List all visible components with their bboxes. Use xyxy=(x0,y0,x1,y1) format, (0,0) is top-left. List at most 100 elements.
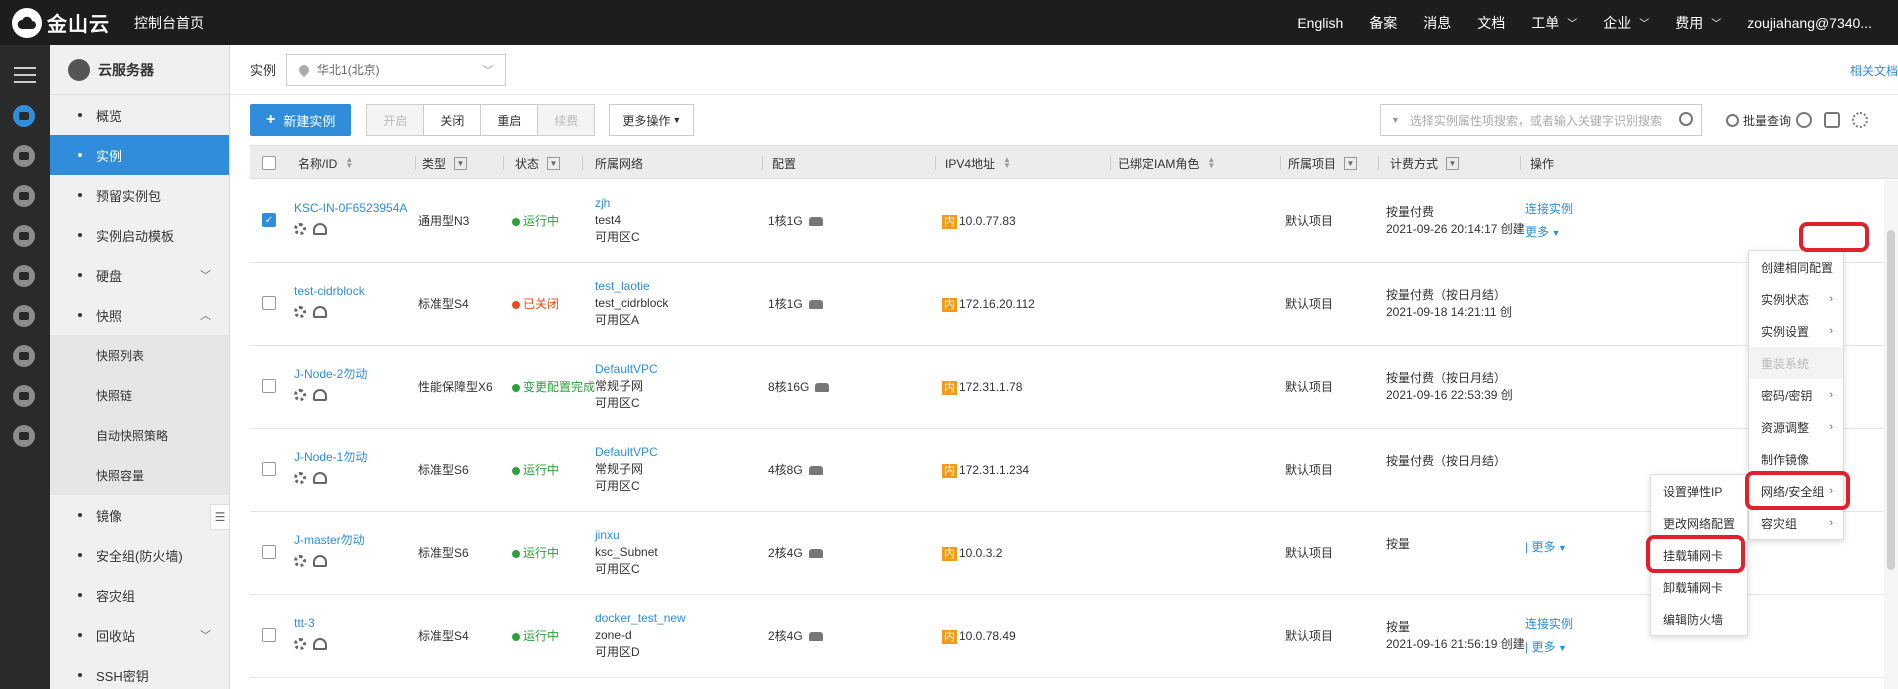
disk-icon[interactable] xyxy=(815,383,830,393)
submenu-item[interactable]: 编辑防火墙 xyxy=(1651,603,1747,635)
gear-icon[interactable] xyxy=(294,223,306,235)
menu-item[interactable]: 密码/密钥 › xyxy=(1749,379,1843,411)
table-row[interactable]: ✓ KSC-IN-0F6523954A 通用型N3 运行中 zjh test4 … xyxy=(250,180,1898,263)
col-iam[interactable]: 已绑定IAM角色 ▲ ▼ xyxy=(1118,146,1215,180)
monitor-gauge-icon[interactable] xyxy=(313,472,327,484)
row-checkbox[interactable] xyxy=(262,462,276,476)
instance-name-link[interactable]: KSC-IN-0F6523954A xyxy=(294,201,407,215)
submenu-item[interactable]: 卸载辅网卡 xyxy=(1651,571,1747,603)
topnav-item[interactable]: zoujiahang@7340... xyxy=(1747,15,1872,31)
monitor-gauge-icon[interactable] xyxy=(313,306,327,318)
menu-item[interactable]: 创建相同配置 xyxy=(1749,251,1843,283)
menu-item[interactable]: 资源调整 › xyxy=(1749,411,1843,443)
instance-name-link[interactable]: test-cidrblock xyxy=(294,284,365,298)
topnav-item[interactable]: 消息 xyxy=(1423,13,1451,33)
stop-button[interactable]: 关闭 xyxy=(423,104,482,136)
menu-item[interactable]: 实例设置 › xyxy=(1749,315,1843,347)
connect-instance-link[interactable]: 连接实例 xyxy=(1525,201,1573,218)
submenu-item[interactable]: 设置弹性IP xyxy=(1651,475,1747,507)
sidebar-item[interactable]: SSH密钥 xyxy=(50,655,229,689)
instance-name-link[interactable]: ttt-3 xyxy=(294,616,315,630)
container-icon[interactable] xyxy=(13,145,35,167)
sidebar-item[interactable]: 快照 ︿ xyxy=(50,295,229,335)
vpc-link[interactable]: zjh xyxy=(595,195,640,212)
mail-icon[interactable] xyxy=(13,385,35,407)
table-row[interactable]: test-cidrblock 标准型S4 已关闭 test_laotie tes… xyxy=(250,263,1898,346)
monitor-gauge-icon[interactable] xyxy=(313,223,327,235)
row-checkbox[interactable] xyxy=(262,296,276,310)
sidebar-subitem[interactable]: 快照列表 xyxy=(50,335,229,375)
topnav-item[interactable]: 费用 ﹀ xyxy=(1675,13,1721,33)
disk-icon[interactable] xyxy=(808,217,823,227)
topnav-item[interactable]: 文档 xyxy=(1477,13,1505,33)
sidebar-item[interactable]: 实例 xyxy=(50,135,229,175)
more-button[interactable]: | 更多 ▼ xyxy=(1525,639,1573,657)
cloud-upload-icon[interactable] xyxy=(13,345,35,367)
vpc-link[interactable]: DefaultVPC xyxy=(595,444,658,461)
table-row[interactable]: J-Node-2勿动 性能保障型X6 变更配置完成 DefaultVPC 常规子… xyxy=(250,346,1898,429)
related-docs-link[interactable]: 相关文档 xyxy=(1850,62,1898,79)
console-home-link[interactable]: 控制台首页 xyxy=(134,13,204,33)
sidebar-item[interactable]: 硬盘 ﹀ xyxy=(50,255,229,295)
menu-item[interactable]: 容灾组 › xyxy=(1749,507,1843,539)
col-project[interactable]: 所属项目 ▼ xyxy=(1288,146,1358,180)
topnav-item[interactable]: 企业 ﹀ xyxy=(1603,13,1649,33)
instance-name-link[interactable]: J-Node-1勿动 xyxy=(294,450,367,464)
disk-icon[interactable] xyxy=(808,466,823,476)
menu-item[interactable]: 实例状态 › xyxy=(1749,283,1843,315)
gear-icon[interactable] xyxy=(294,389,306,401)
col-ipv4[interactable]: IPV4地址 ▲ ▼ xyxy=(945,146,1011,180)
sidebar-subitem[interactable]: 快照链 xyxy=(50,375,229,415)
download-icon[interactable] xyxy=(1824,112,1840,128)
create-instance-button[interactable]: + 新建实例 xyxy=(250,104,352,136)
more-operations-button[interactable]: 更多操作 ▼ xyxy=(609,104,695,136)
settings-gear-icon[interactable] xyxy=(1852,112,1868,128)
batch-query-button[interactable]: 批量查询 xyxy=(1726,112,1791,129)
monitor-gauge-icon[interactable] xyxy=(313,555,327,567)
sidebar-item[interactable]: 镜像 xyxy=(50,495,229,535)
sidebar-subitem[interactable]: 快照容量 xyxy=(50,455,229,495)
sidebar-item[interactable]: 预留实例包 xyxy=(50,175,229,215)
disk-icon[interactable] xyxy=(808,300,823,310)
more-button[interactable]: | 更多 ▼ xyxy=(1525,539,1567,557)
menu-item[interactable]: 重装系统 xyxy=(1749,347,1843,379)
layers-icon[interactable] xyxy=(13,305,35,327)
vpc-link[interactable]: DefaultVPC xyxy=(595,361,658,378)
row-checkbox[interactable]: ✓ xyxy=(262,213,276,227)
restart-button[interactable]: 重启 xyxy=(480,104,539,136)
instance-name-link[interactable]: J-master勿动 xyxy=(294,533,365,547)
vpc-link[interactable]: test_laotie xyxy=(595,278,668,295)
storage-icon[interactable] xyxy=(13,225,35,247)
sidebar-item[interactable]: 概览 xyxy=(50,95,229,135)
start-button[interactable]: 开启 xyxy=(366,104,425,136)
row-checkbox[interactable] xyxy=(262,628,276,642)
col-type[interactable]: 类型 ▼ xyxy=(422,146,468,180)
row-checkbox[interactable] xyxy=(262,379,276,393)
col-billing[interactable]: 计费方式 ▼ xyxy=(1390,146,1460,180)
monitor-gauge-icon[interactable] xyxy=(313,389,327,401)
gear-icon[interactable] xyxy=(294,306,306,318)
col-status[interactable]: 状态 ▼ xyxy=(515,146,561,180)
network-icon[interactable] xyxy=(13,185,35,207)
gear-icon[interactable] xyxy=(294,638,306,650)
disk-icon[interactable] xyxy=(808,632,823,642)
sidebar-item[interactable]: 回收站 ﹀ xyxy=(50,615,229,655)
gear-icon[interactable] xyxy=(294,555,306,567)
topnav-item[interactable]: 工单 ﹀ xyxy=(1531,13,1577,33)
collapse-sidebar-icon[interactable]: ☰ xyxy=(210,504,230,530)
select-all-checkbox[interactable] xyxy=(262,146,276,180)
monitor-gauge-icon[interactable] xyxy=(313,638,327,650)
sidebar-item[interactable]: 安全组(防火墙) xyxy=(50,535,229,575)
sidebar-item[interactable]: 实例启动模板 xyxy=(50,215,229,255)
topnav-item[interactable]: 备案 xyxy=(1369,13,1397,33)
gear-icon[interactable] xyxy=(294,472,306,484)
sidebar-item[interactable]: 容灾组 xyxy=(50,575,229,615)
instance-name-link[interactable]: J-Node-2勿动 xyxy=(294,367,367,381)
col-name[interactable]: 名称/ID ▲ ▼ xyxy=(298,146,353,180)
more-button[interactable]: 更多 ▼ xyxy=(1525,224,1573,242)
search-input[interactable]: ▼ 选择实例属性项搜索，或者输入关键字识别搜索 xyxy=(1380,104,1702,136)
search-icon[interactable] xyxy=(1679,112,1693,126)
connect-instance-link[interactable]: 连接实例 xyxy=(1525,616,1573,633)
menu-icon[interactable] xyxy=(14,67,36,83)
logo[interactable]: 金山云 xyxy=(12,7,110,38)
